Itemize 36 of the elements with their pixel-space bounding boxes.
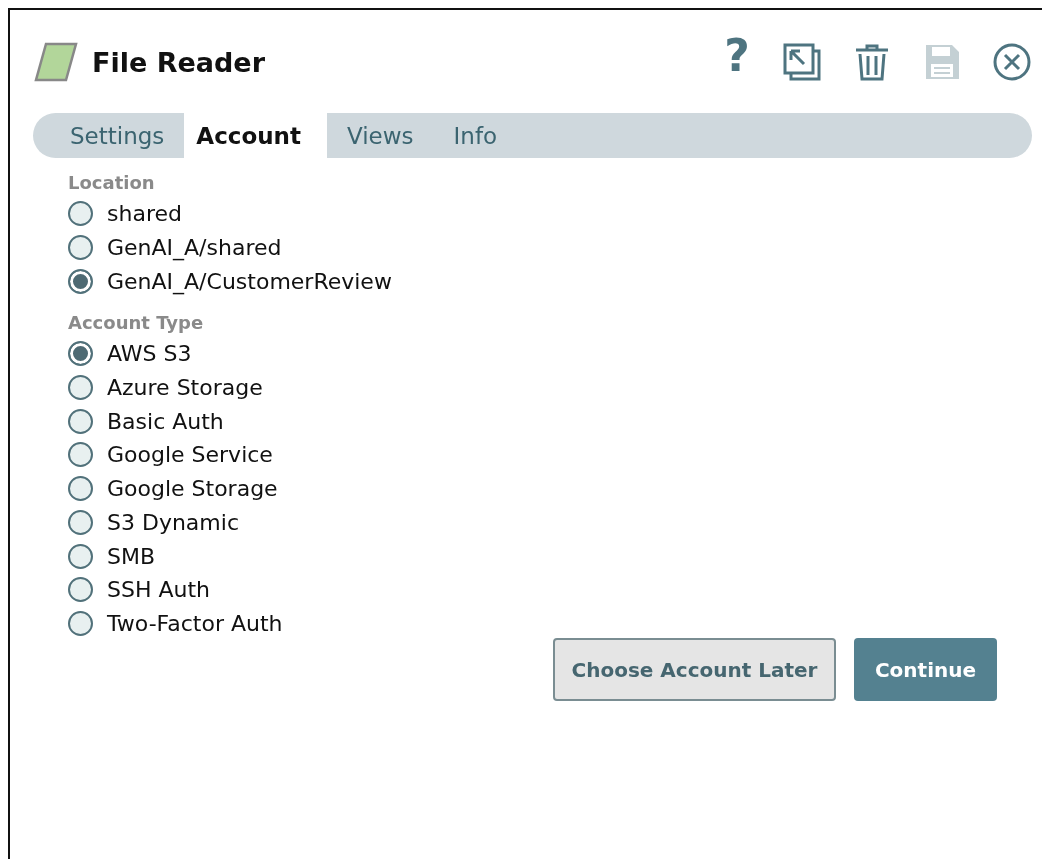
radio-button[interactable] (68, 543, 93, 569)
radio-button[interactable] (68, 509, 93, 535)
radio-button[interactable] (68, 610, 93, 636)
radio-button[interactable] (68, 476, 93, 502)
radio-label[interactable]: GenAI_A/shared (107, 235, 282, 261)
continue-button[interactable]: Continue (854, 638, 997, 701)
radio-button[interactable] (68, 201, 93, 227)
radio-label[interactable]: Google Service (107, 442, 273, 468)
tab[interactable]: Info (433, 113, 518, 158)
radio-label[interactable]: Google Storage (107, 476, 278, 502)
group-label: Location (68, 172, 156, 193)
radio-button[interactable] (68, 375, 93, 401)
radio-label[interactable]: GenAI_A/CustomerReview (107, 268, 392, 294)
radio-label[interactable]: SMB (107, 543, 156, 569)
radio-label[interactable]: Two-Factor Auth (107, 610, 283, 636)
radio-label[interactable]: S3 Dynamic (107, 509, 239, 535)
radio-button[interactable] (68, 341, 93, 367)
tab[interactable]: Account (184, 113, 327, 158)
radio-button[interactable] (68, 408, 93, 434)
radio-label[interactable]: SSH Auth (107, 577, 211, 603)
tab[interactable]: Settings (50, 113, 185, 158)
radio-button[interactable] (68, 235, 93, 261)
window-title: File Reader (92, 46, 265, 78)
radio-button[interactable] (68, 268, 93, 294)
parallelogram-icon (34, 42, 78, 82)
radio-button[interactable] (68, 442, 93, 468)
radio-label[interactable]: Basic Auth (107, 408, 224, 434)
close-icon[interactable] (992, 42, 1032, 82)
tab[interactable]: Views (326, 113, 434, 158)
radio-label[interactable]: shared (107, 201, 182, 227)
radio-label[interactable]: AWS S3 (107, 341, 192, 367)
window-icon[interactable] (782, 42, 822, 82)
radio-label[interactable]: Azure Storage (107, 375, 263, 401)
radio-button[interactable] (68, 577, 93, 603)
group-label: Account Type (68, 312, 205, 334)
choose-later-button[interactable]: Choose Account Later (553, 638, 836, 701)
